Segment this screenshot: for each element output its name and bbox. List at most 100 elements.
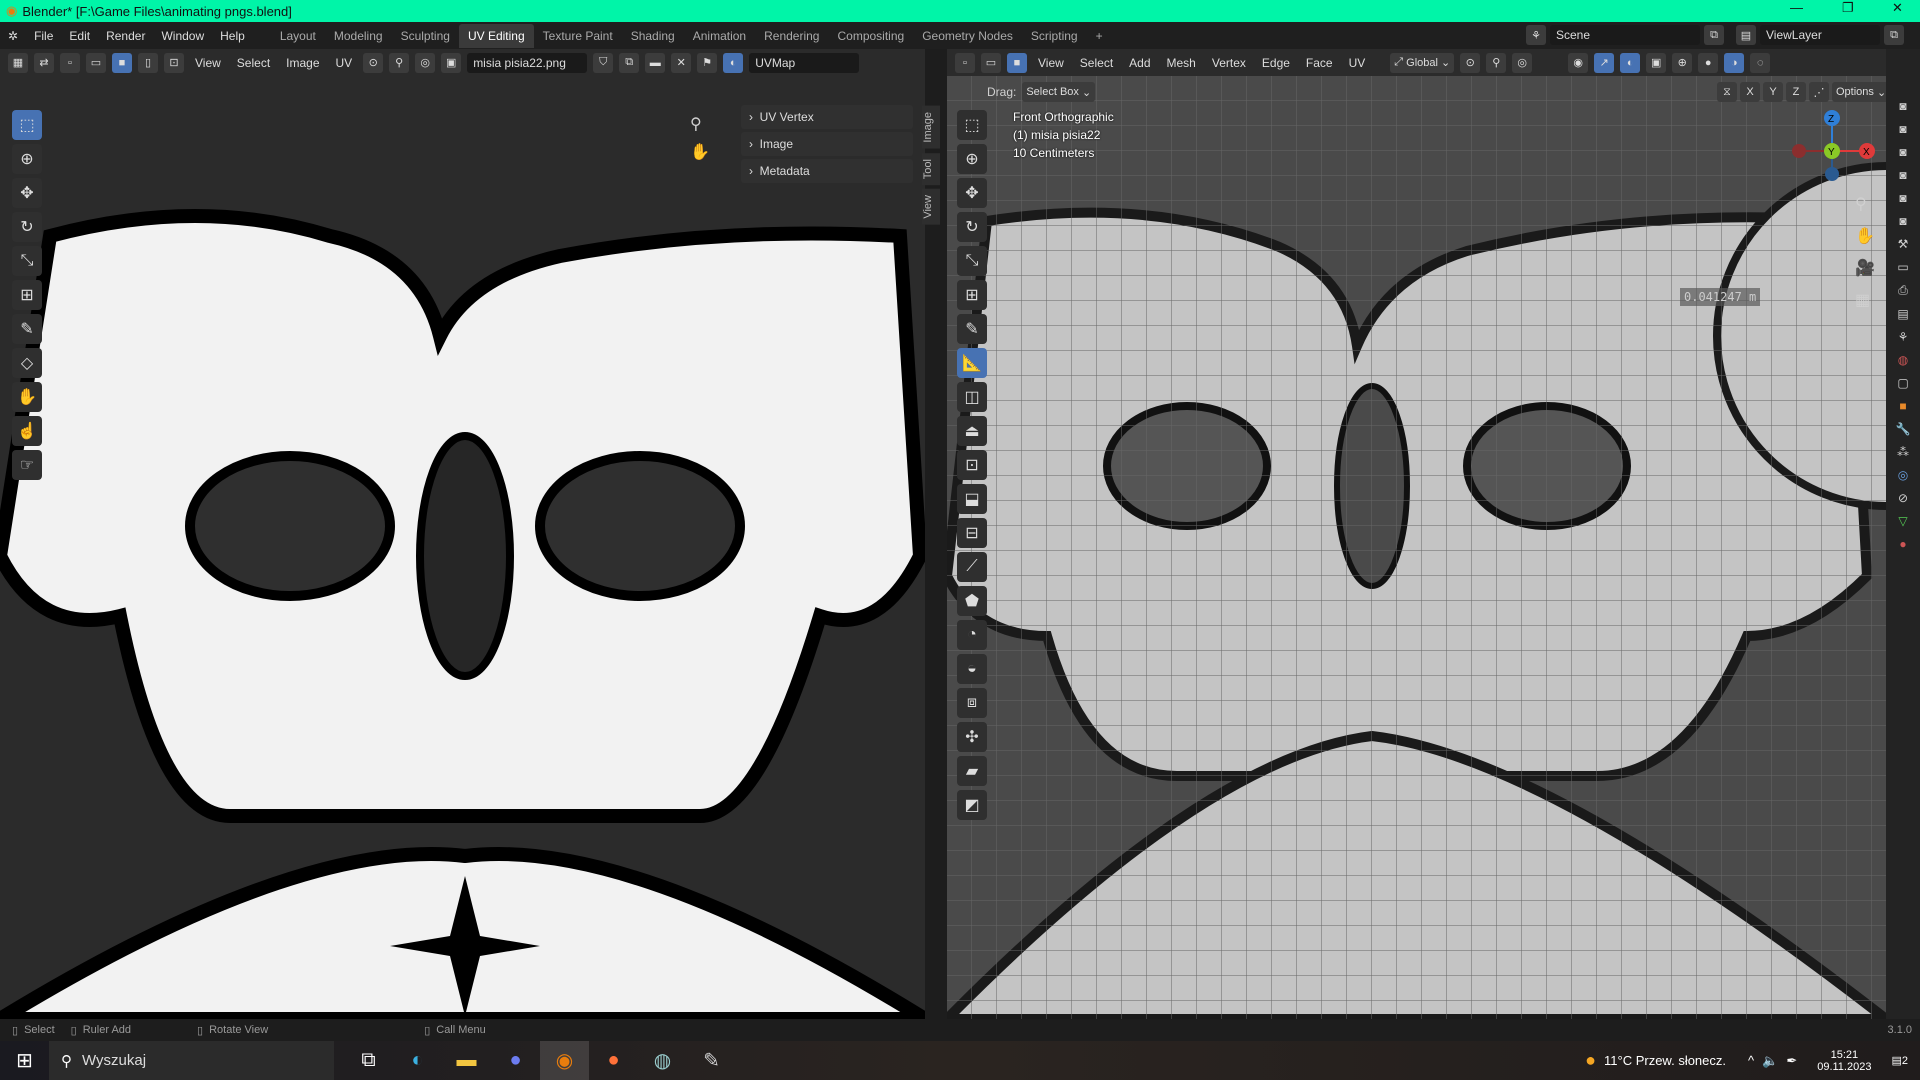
tool-properties-icon[interactable]: ⚒: [1898, 237, 1909, 251]
unlink-image-icon[interactable]: ✕: [671, 52, 692, 73]
add-cube-tool-icon[interactable]: ◫: [957, 382, 987, 412]
close-button[interactable]: ✕: [1892, 0, 1903, 16]
vp-menu-select[interactable]: Select: [1075, 56, 1118, 70]
camera-icon[interactable]: ◙: [1899, 122, 1906, 136]
menu-help[interactable]: Help: [212, 29, 253, 43]
ortho-grid-icon[interactable]: ▦: [1855, 290, 1875, 310]
poly-build-tool-icon[interactable]: ⬟: [957, 586, 987, 616]
snap-icon[interactable]: ⚲: [1486, 52, 1507, 73]
smooth-tool-icon[interactable]: ◒: [957, 654, 987, 684]
vp-menu-add[interactable]: Add: [1124, 56, 1155, 70]
tab-sculpting[interactable]: Sculpting: [392, 24, 459, 48]
pinch-tool-icon[interactable]: ☞: [12, 450, 42, 480]
view-layer-properties-icon[interactable]: ▤: [1897, 307, 1908, 321]
camera-icon[interactable]: ◙: [1899, 145, 1906, 159]
edge-slide-tool-icon[interactable]: ⧈: [957, 688, 987, 718]
new-view-layer-button[interactable]: ⧉: [1884, 25, 1904, 45]
task-view-icon[interactable]: ⧉: [344, 1041, 393, 1080]
uv-menu-select[interactable]: Select: [232, 56, 275, 70]
tab-compositing[interactable]: Compositing: [828, 24, 913, 48]
uv-menu-image[interactable]: Image: [281, 56, 324, 70]
measure-tool-icon[interactable]: 📐: [957, 348, 987, 378]
uv-menu-view[interactable]: View: [190, 56, 226, 70]
rip-tool-icon[interactable]: ◩: [957, 790, 987, 820]
navigation-gizmo[interactable]: Z Y X: [1787, 106, 1877, 186]
bevel-tool-icon[interactable]: ⬓: [957, 484, 987, 514]
rendered-shading-icon[interactable]: ◌: [1750, 52, 1771, 73]
tab-layout[interactable]: Layout: [271, 24, 325, 48]
paint-app-icon[interactable]: ✎: [687, 1041, 736, 1080]
blender-menu-icon[interactable]: ✲: [0, 29, 26, 43]
annotate-tool-icon[interactable]: ✎: [957, 314, 987, 344]
options-dropdown[interactable]: Options ⌄: [1832, 82, 1886, 102]
camera-icon[interactable]: ◙: [1899, 214, 1906, 228]
tab-texture-paint[interactable]: Texture Paint: [534, 24, 622, 48]
sticky-select-icon[interactable]: ⊡: [164, 52, 184, 73]
panel-image[interactable]: › Image: [741, 132, 913, 156]
visibility-icon[interactable]: ◉: [1568, 52, 1589, 73]
volume-icon[interactable]: 🔈: [1762, 1053, 1778, 1069]
vp-menu-mesh[interactable]: Mesh: [1162, 56, 1201, 70]
open-image-icon[interactable]: ▬: [645, 52, 666, 73]
menu-file[interactable]: File: [26, 29, 61, 43]
pin-icon[interactable]: ⚑: [697, 52, 718, 73]
edge-browser-icon[interactable]: ◐: [393, 1041, 442, 1080]
new-image-icon[interactable]: ⧉: [619, 52, 640, 73]
camera-icon[interactable]: 🎥: [1855, 258, 1875, 278]
face-mode-icon[interactable]: ■: [1007, 52, 1027, 73]
vp-menu-edge[interactable]: Edge: [1257, 56, 1295, 70]
relax-tool-icon[interactable]: ☝: [12, 416, 42, 446]
menu-edit[interactable]: Edit: [61, 29, 98, 43]
world-properties-icon[interactable]: ◍: [1898, 353, 1908, 367]
annotate-tool-icon[interactable]: ✎: [12, 314, 42, 344]
edge-select-icon[interactable]: ▭: [86, 52, 106, 73]
vertex-mode-icon[interactable]: ▫: [955, 52, 975, 73]
physics-properties-icon[interactable]: ◎: [1898, 468, 1908, 482]
tab-animation[interactable]: Animation: [684, 24, 755, 48]
drag-select-dropdown[interactable]: Select Box ⌄: [1022, 82, 1096, 102]
maximize-button[interactable]: ❐: [1842, 0, 1854, 16]
blender-taskbar-icon[interactable]: ◉: [540, 1041, 589, 1080]
tab-geometry-nodes[interactable]: Geometry Nodes: [913, 24, 1022, 48]
pen-icon[interactable]: ✒: [1786, 1053, 1797, 1069]
scene-field[interactable]: Scene: [1550, 25, 1700, 45]
menu-render[interactable]: Render: [98, 29, 153, 43]
zoom-icon[interactable]: ⚲: [1855, 194, 1875, 214]
output-properties-icon[interactable]: ⎙: [1898, 283, 1908, 298]
zoom-icon[interactable]: ⚲: [690, 114, 702, 134]
sync-selection-icon[interactable]: ⇄: [34, 52, 54, 73]
tab-uv-editing[interactable]: UV Editing: [458, 23, 534, 48]
tab-scripting[interactable]: Scripting: [1022, 24, 1087, 48]
data-properties-icon[interactable]: ▽: [1898, 514, 1907, 528]
vp-menu-face[interactable]: Face: [1301, 56, 1338, 70]
camera-icon[interactable]: ◙: [1899, 168, 1906, 182]
vp-menu-vertex[interactable]: Vertex: [1207, 56, 1251, 70]
wireframe-shading-icon[interactable]: ⊕: [1672, 52, 1693, 73]
view-layer-icon[interactable]: ▤: [1736, 25, 1756, 45]
loop-cut-tool-icon[interactable]: ⊟: [957, 518, 987, 548]
overlays-icon[interactable]: ◐: [1620, 52, 1641, 73]
shrink-fatten-tool-icon[interactable]: ✣: [957, 722, 987, 752]
extrude-tool-icon[interactable]: ⏏: [957, 416, 987, 446]
rip-tool-icon[interactable]: ◇: [12, 348, 42, 378]
face-select-icon[interactable]: ■: [112, 52, 132, 73]
scene-icon[interactable]: ⚘: [1526, 25, 1546, 45]
proportional-edit-icon[interactable]: ◎: [1512, 52, 1533, 73]
inset-tool-icon[interactable]: ⊡: [957, 450, 987, 480]
modifier-properties-icon[interactable]: 🔧: [1896, 422, 1911, 436]
orientation-dropdown[interactable]: ⤢ Global ⌄: [1390, 52, 1455, 73]
edge-mode-icon[interactable]: ▭: [981, 52, 1001, 73]
cursor-tool-icon[interactable]: ⊕: [12, 144, 42, 174]
steam-icon[interactable]: ◍: [638, 1041, 687, 1080]
move-tool-icon[interactable]: ✥: [957, 178, 987, 208]
mirror-y-toggle[interactable]: Y: [1763, 82, 1783, 102]
tab-modeling[interactable]: Modeling: [325, 24, 392, 48]
image-browse-icon[interactable]: ▣: [441, 52, 462, 73]
uv-menu-uv[interactable]: UV: [331, 56, 358, 70]
vertex-select-icon[interactable]: ▫: [60, 52, 80, 73]
scale-tool-icon[interactable]: ⤡: [957, 246, 987, 276]
mirror-icon[interactable]: ⧖: [1717, 82, 1737, 102]
scale-tool-icon[interactable]: ⤡: [12, 246, 42, 276]
select-box-tool-icon[interactable]: ⬚: [957, 110, 987, 140]
panel-uv-vertex[interactable]: › UV Vertex: [741, 105, 913, 129]
